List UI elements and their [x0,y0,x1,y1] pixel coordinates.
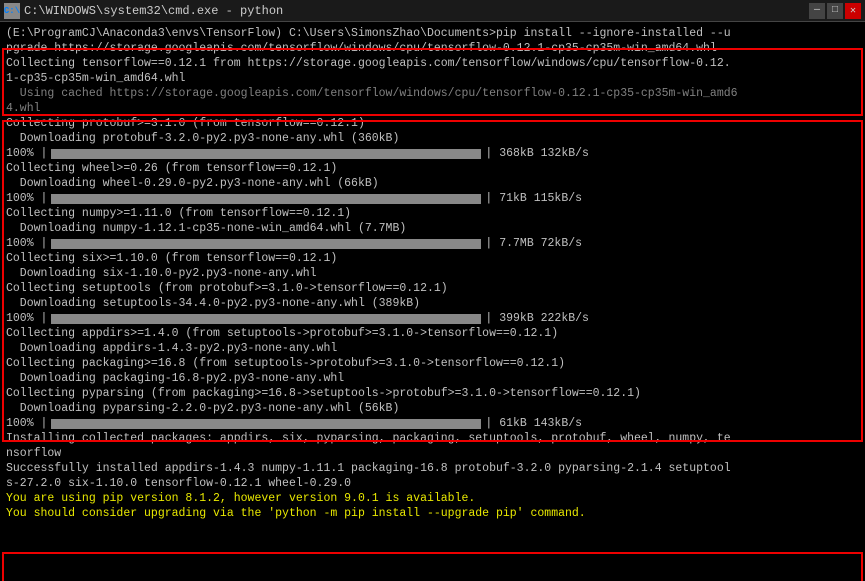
close-button[interactable]: ✕ [845,3,861,19]
terminal-line-6: 4.whl [6,101,859,116]
terminal-window: (E:\ProgramCJ\Anaconda3\envs\TensorFlow)… [0,22,865,581]
terminal-line-10: Downloading wheel-0.29.0-py2.py3-none-an… [6,176,859,191]
progress-line-3: 100% || 7.7MB 72kB/s [6,236,859,251]
progress-line-1: 100% || 368kB 132kB/s [6,146,859,161]
terminal-line-12: Downloading numpy-1.12.1-cp35-none-win_a… [6,221,859,236]
terminal-line-23: Installing collected packages: appdirs, … [6,431,859,446]
terminal-line-16: Downloading setuptools-34.4.0-py2.py3-no… [6,296,859,311]
terminal-line-7: Collecting protobuf>=3.1.0 (from tensorf… [6,116,859,131]
terminal-line-11: Collecting numpy>=1.11.0 (from tensorflo… [6,206,859,221]
progress-line-5: 100% || 61kB 143kB/s [6,416,859,431]
terminal-line-22: Downloading pyparsing-2.2.0-py2.py3-none… [6,401,859,416]
window-controls: — □ ✕ [809,3,861,19]
progress-line-4: 100% || 399kB 222kB/s [6,311,859,326]
title-bar: C:\ C:\WINDOWS\system32\cmd.exe - python… [0,0,865,22]
terminal-line-24: nsorflow [6,446,859,461]
window-title: C:\WINDOWS\system32\cmd.exe - python [24,4,283,18]
terminal-line-4: 1-cp35-cp35m-win_amd64.whl [6,71,859,86]
minimize-button[interactable]: — [809,3,825,19]
terminal-line-14: Downloading six-1.10.0-py2.py3-none-any.… [6,266,859,281]
highlight-box-3 [2,552,863,581]
terminal-line-8: Downloading protobuf-3.2.0-py2.py3-none-… [6,131,859,146]
cmd-icon: C:\ [4,3,20,19]
terminal-line-20: Downloading packaging-16.8-py2.py3-none-… [6,371,859,386]
terminal-line-27: You are using pip version 8.1.2, however… [6,491,859,506]
terminal-line-15: Collecting setuptools (from protobuf>=3.… [6,281,859,296]
terminal-line-9: Collecting wheel>=0.26 (from tensorflow=… [6,161,859,176]
terminal-line-19: Collecting packaging>=16.8 (from setupto… [6,356,859,371]
terminal-line-2: pgrade https://storage.googleapis.com/te… [6,41,859,56]
maximize-button[interactable]: □ [827,3,843,19]
terminal-line-13: Collecting six>=1.10.0 (from tensorflow=… [6,251,859,266]
terminal-line-28: You should consider upgrading via the 'p… [6,506,859,521]
terminal-line-21: Collecting pyparsing (from packaging>=16… [6,386,859,401]
terminal-line-26: s-27.2.0 six-1.10.0 tensorflow-0.12.1 wh… [6,476,859,491]
terminal-line-18: Downloading appdirs-1.4.3-py2.py3-none-a… [6,341,859,356]
terminal-line-3: Collecting tensorflow==0.12.1 from https… [6,56,859,71]
terminal-line-25: Successfully installed appdirs-1.4.3 num… [6,461,859,476]
progress-line-2: 100% || 71kB 115kB/s [6,191,859,206]
terminal-line-1: (E:\ProgramCJ\Anaconda3\envs\TensorFlow)… [6,26,859,41]
terminal-line-17: Collecting appdirs>=1.4.0 (from setuptoo… [6,326,859,341]
terminal-line-5: Using cached https://storage.googleapis.… [6,86,859,101]
